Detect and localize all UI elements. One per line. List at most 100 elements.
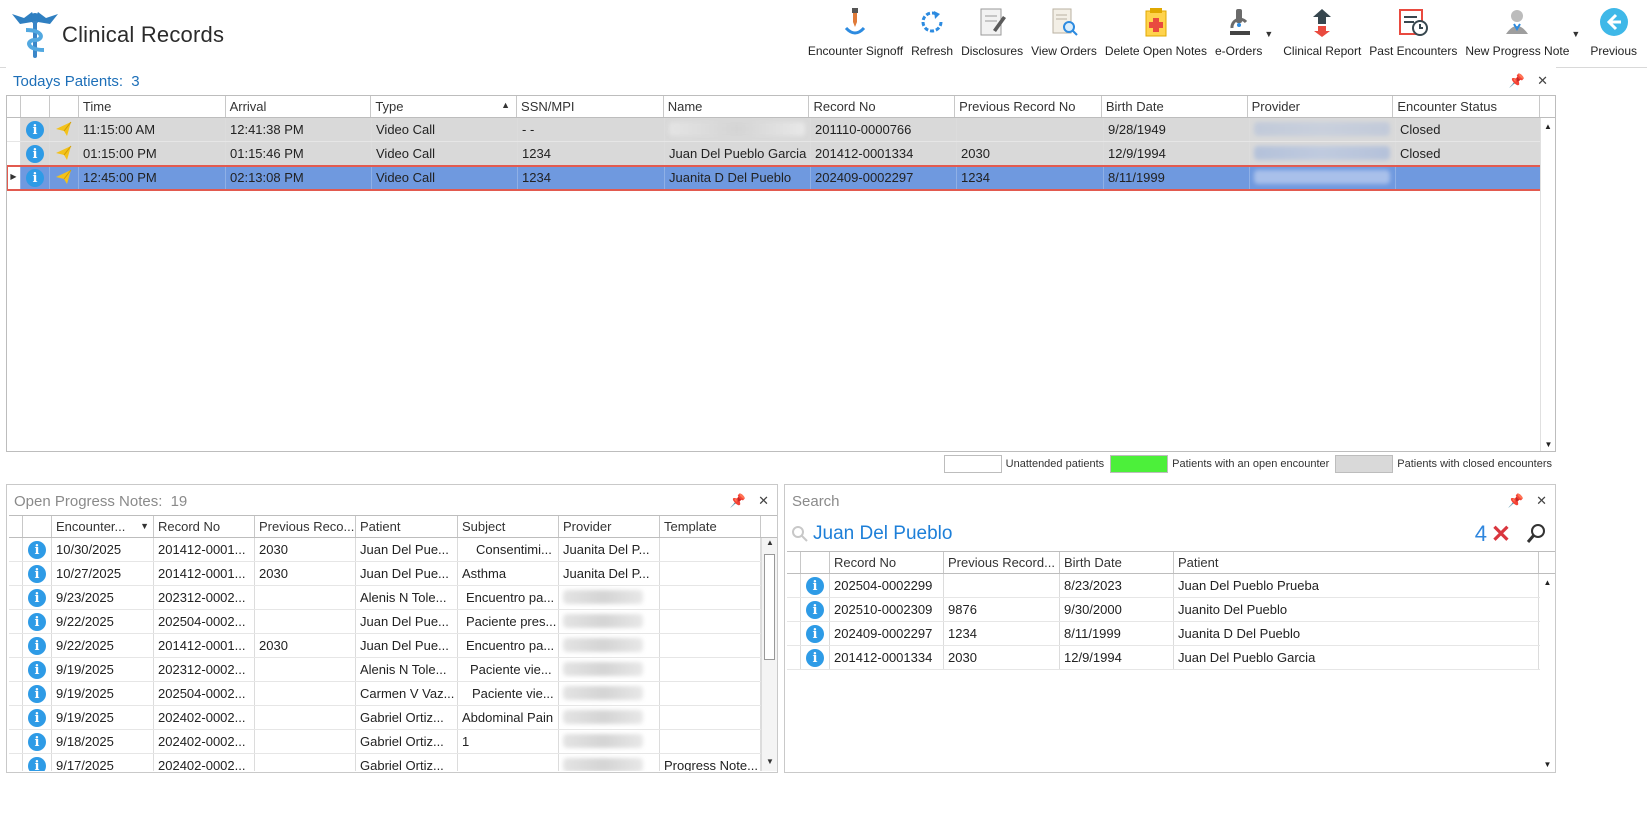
scroll-down-arrow-icon[interactable]: ▼: [1540, 760, 1555, 769]
todays-patient-row[interactable]: i 11:15:00 AM 12:41:38 PM Video Call - -…: [7, 118, 1555, 142]
column-header-birth-date[interactable]: Birth Date: [1060, 552, 1174, 573]
column-header-record-no[interactable]: Record No: [830, 552, 944, 573]
info-cell[interactable]: i: [23, 610, 52, 633]
scroll-up-arrow-icon[interactable]: ▲: [1540, 578, 1555, 587]
info-cell[interactable]: i: [801, 574, 830, 597]
e-orders-button[interactable]: e-Orders: [1211, 4, 1266, 64]
search-input[interactable]: Juan Del Pueblo: [813, 523, 952, 545]
info-icon[interactable]: i: [26, 169, 44, 187]
info-cell[interactable]: i: [23, 754, 52, 771]
progress-note-row[interactable]: i 9/19/2025 202312-0002... Alenis N Tole…: [9, 658, 777, 682]
pin-icon[interactable]: 📌: [1508, 493, 1524, 509]
refresh-button[interactable]: Refresh: [907, 4, 957, 64]
pin-icon[interactable]: 📌: [1509, 73, 1525, 89]
info-cell[interactable]: i: [23, 562, 52, 585]
e-orders-dropdown-arrow-icon[interactable]: ▼: [1264, 29, 1273, 39]
progress-note-row[interactable]: i 9/23/2025 202312-0002... Alenis N Tole…: [9, 586, 777, 610]
info-cell[interactable]: i: [801, 622, 830, 645]
column-header-patient[interactable]: Patient: [1174, 552, 1539, 573]
info-cell[interactable]: i: [23, 634, 52, 657]
previous-button[interactable]: Previous: [1586, 4, 1641, 64]
todays-patient-row-selected[interactable]: ▶ i 12:45:00 PM 02:13:08 PM Video Call 1…: [7, 165, 1555, 191]
info-icon[interactable]: i: [806, 625, 824, 643]
info-cell[interactable]: i: [21, 142, 50, 165]
column-header-record-no[interactable]: Record No: [154, 516, 255, 537]
scroll-up-arrow-icon[interactable]: ▲: [1541, 122, 1555, 131]
info-icon[interactable]: i: [28, 541, 46, 559]
progress-note-row[interactable]: i 9/22/2025 202504-0002... Juan Del Pue.…: [9, 610, 777, 634]
info-cell[interactable]: i: [23, 538, 52, 561]
clinical-report-button[interactable]: Clinical Report: [1279, 4, 1365, 64]
todays-patients-scrollbar[interactable]: ▲ ▼: [1540, 118, 1555, 451]
scroll-down-arrow-icon[interactable]: ▼: [762, 757, 777, 771]
close-icon[interactable]: ✕: [1536, 493, 1547, 509]
column-header-name[interactable]: Name: [664, 96, 810, 117]
delete-open-notes-button[interactable]: Delete Open Notes: [1101, 4, 1211, 64]
info-cell[interactable]: i: [23, 706, 52, 729]
progress-note-row[interactable]: i 10/30/2025 201412-0001... 2030 Juan De…: [9, 538, 777, 562]
column-header-encounter-status[interactable]: Encounter Status: [1393, 96, 1541, 117]
column-header-time[interactable]: Time: [79, 96, 226, 117]
info-icon[interactable]: i: [28, 661, 46, 679]
search-result-row[interactable]: i 202510-0002309 9876 9/30/2000 Juanito …: [787, 598, 1555, 622]
info-cell[interactable]: i: [23, 658, 52, 681]
column-header-encounter-date[interactable]: Encounter... ▼: [52, 516, 154, 537]
info-icon[interactable]: i: [28, 757, 46, 771]
column-header-provider[interactable]: Provider: [1248, 96, 1394, 117]
new-progress-note-dropdown-arrow-icon[interactable]: ▼: [1571, 29, 1580, 39]
encounter-signoff-button[interactable]: Encounter Signoff: [804, 4, 907, 64]
info-cell[interactable]: i: [21, 118, 50, 141]
info-icon[interactable]: i: [28, 589, 46, 607]
info-cell[interactable]: i: [21, 166, 50, 189]
search-go-icon[interactable]: [1525, 523, 1547, 545]
progress-note-row[interactable]: i 9/18/2025 202402-0002... Gabriel Ortiz…: [9, 730, 777, 754]
column-header-provider[interactable]: Provider: [559, 516, 660, 537]
pin-icon[interactable]: 📌: [730, 493, 746, 509]
column-header-type[interactable]: Type ▲: [371, 96, 518, 117]
column-header-previous-record[interactable]: Previous Record...: [944, 552, 1060, 573]
column-header-previous-record[interactable]: Previous Reco...: [255, 516, 356, 537]
scroll-thumb[interactable]: [764, 554, 775, 660]
new-progress-note-button[interactable]: New Progress Note: [1461, 4, 1573, 64]
info-icon[interactable]: i: [806, 649, 824, 667]
info-cell[interactable]: i: [23, 586, 52, 609]
info-icon[interactable]: i: [806, 577, 824, 595]
search-results-scrollbar[interactable]: ▲ ▼: [1540, 574, 1555, 771]
info-cell[interactable]: i: [23, 730, 52, 753]
search-result-row[interactable]: i 202504-0002299 8/23/2023 Juan Del Pueb…: [787, 574, 1555, 598]
info-cell[interactable]: i: [23, 682, 52, 705]
open-progress-notes-scrollbar[interactable]: ▲ ▼: [761, 538, 777, 771]
column-header-patient[interactable]: Patient: [356, 516, 458, 537]
clear-search-icon[interactable]: ✕: [1491, 520, 1511, 549]
search-result-row[interactable]: i 202409-0002297 1234 8/11/1999 Juanita …: [787, 622, 1555, 646]
info-icon[interactable]: i: [26, 121, 44, 139]
progress-note-row[interactable]: i 9/17/2025 202402-0002... Gabriel Ortiz…: [9, 754, 777, 771]
column-header-previous-record-no[interactable]: Previous Record No: [955, 96, 1102, 117]
info-icon[interactable]: i: [26, 145, 44, 163]
view-orders-button[interactable]: View Orders: [1027, 4, 1101, 64]
column-header-arrival[interactable]: Arrival: [226, 96, 372, 117]
info-cell[interactable]: i: [801, 646, 830, 669]
info-icon[interactable]: i: [806, 601, 824, 619]
column-header-ssn[interactable]: SSN/MPI: [517, 96, 664, 117]
column-header-record-no[interactable]: Record No: [809, 96, 956, 117]
column-header-template[interactable]: Template: [660, 516, 761, 537]
info-cell[interactable]: i: [801, 598, 830, 621]
progress-note-row[interactable]: i 9/22/2025 201412-0001... 2030 Juan Del…: [9, 634, 777, 658]
progress-note-row[interactable]: i 10/27/2025 201412-0001... 2030 Juan De…: [9, 562, 777, 586]
close-icon[interactable]: ✕: [758, 493, 769, 509]
progress-note-row[interactable]: i 9/19/2025 202402-0002... Gabriel Ortiz…: [9, 706, 777, 730]
column-header-subject[interactable]: Subject: [458, 516, 559, 537]
progress-note-row[interactable]: i 9/19/2025 202504-0002... Carmen V Vaz.…: [9, 682, 777, 706]
scroll-down-arrow-icon[interactable]: ▼: [1541, 440, 1555, 449]
column-header-birth-date[interactable]: Birth Date: [1102, 96, 1248, 117]
search-result-row[interactable]: i 201412-0001334 2030 12/9/1994 Juan Del…: [787, 646, 1555, 670]
close-icon[interactable]: ✕: [1537, 73, 1548, 89]
disclosures-button[interactable]: Disclosures: [957, 4, 1027, 64]
past-encounters-button[interactable]: Past Encounters: [1365, 4, 1461, 64]
info-icon[interactable]: i: [28, 709, 46, 727]
info-icon[interactable]: i: [28, 565, 46, 583]
info-icon[interactable]: i: [28, 637, 46, 655]
todays-patient-row[interactable]: i 01:15:00 PM 01:15:46 PM Video Call 123…: [7, 142, 1555, 166]
info-icon[interactable]: i: [28, 613, 46, 631]
